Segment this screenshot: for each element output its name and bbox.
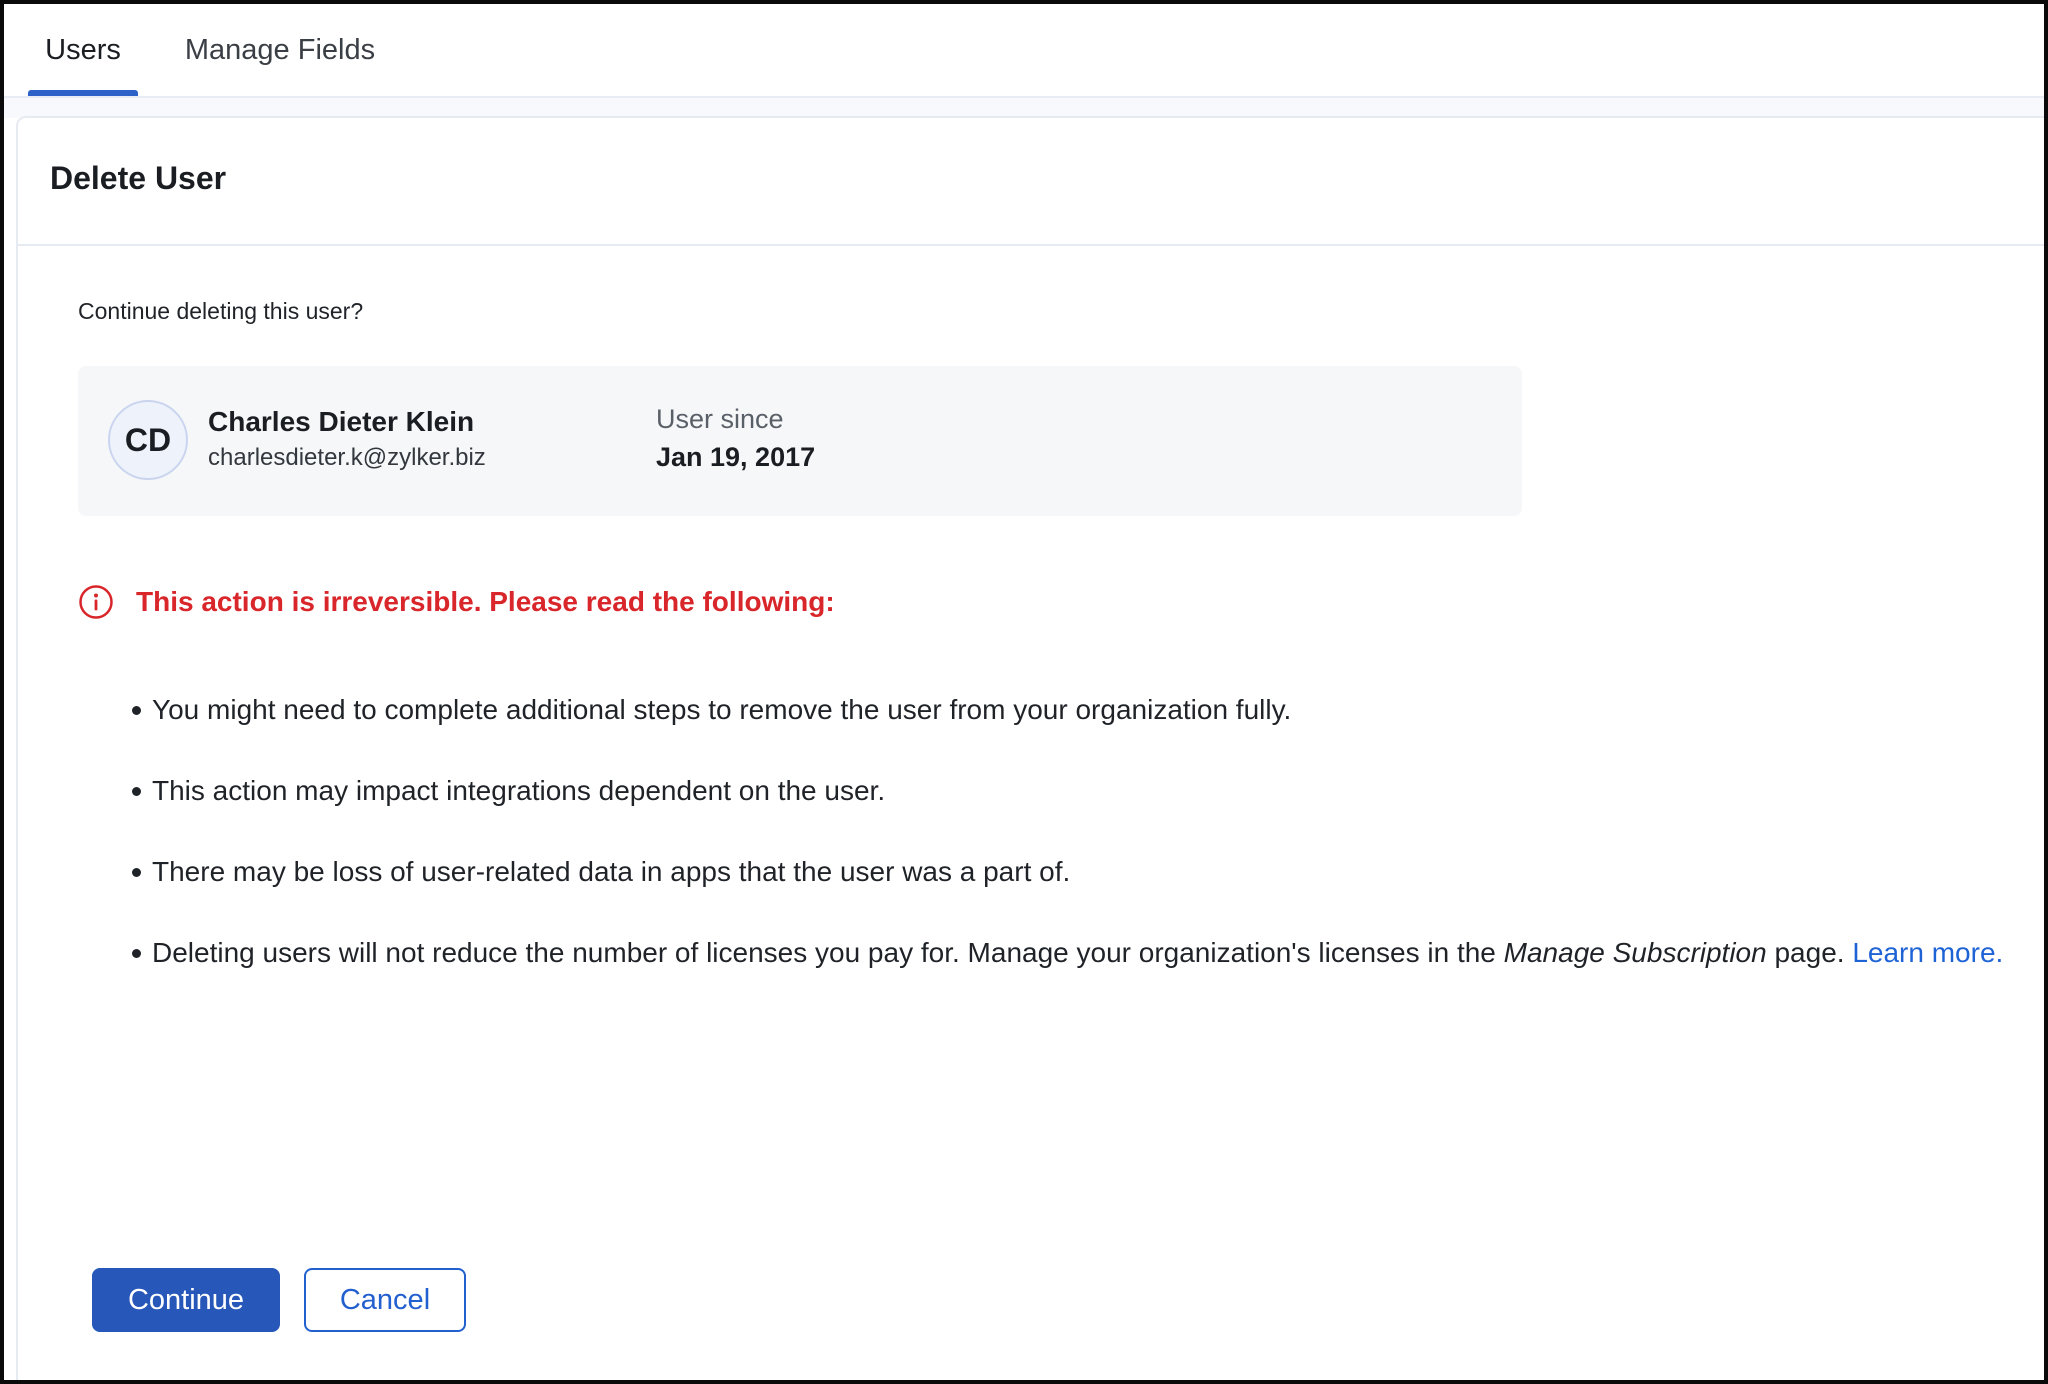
user-since-label: User since (656, 404, 784, 434)
content-background (4, 98, 2044, 118)
delete-user-panel: Delete User Continue deleting this user?… (16, 116, 2044, 1380)
user-since-date: Jan 19, 2017 (656, 442, 816, 472)
cancel-button[interactable]: Cancel (304, 1268, 466, 1332)
list-item: There may be loss of user-related data i… (106, 852, 2006, 892)
avatar: CD (108, 400, 188, 480)
tab-bar: Users Manage Fields (4, 4, 2044, 98)
page-title: Delete User (50, 160, 227, 196)
user-card: CD Charles Dieter Klein charlesdieter.k@… (78, 366, 1522, 516)
app-frame: Users Manage Fields Delete User Continue… (0, 0, 2048, 1384)
list-item: You might need to complete additional st… (106, 690, 2006, 730)
list-item: Deleting users will not reduce the numbe… (106, 933, 2006, 973)
tab-manage-fields[interactable]: Manage Fields (180, 4, 380, 96)
warning-banner: This action is irreversible. Please read… (78, 584, 835, 620)
manage-subscription-text: Manage Subscription (1503, 937, 1767, 968)
confirm-question: Continue deleting this user? (78, 298, 364, 324)
panel-header: Delete User (18, 118, 2044, 246)
licenses-note: Deleting users will not reduce the numbe… (152, 937, 1504, 968)
warning-text: This action is irreversible. Please read… (136, 586, 835, 617)
tab-users[interactable]: Users (28, 4, 138, 96)
page-text: page. (1766, 937, 1853, 968)
learn-more-link[interactable]: Learn more. (1852, 937, 2003, 968)
info-icon (78, 584, 114, 620)
list-item: This action may impact integrations depe… (106, 771, 2006, 811)
user-name: Charles Dieter Klein (208, 406, 475, 437)
continue-button[interactable]: Continue (92, 1268, 280, 1332)
consequence-list: You might need to complete additional st… (106, 690, 2006, 973)
user-email: charlesdieter.k@zylker.biz (208, 444, 486, 471)
